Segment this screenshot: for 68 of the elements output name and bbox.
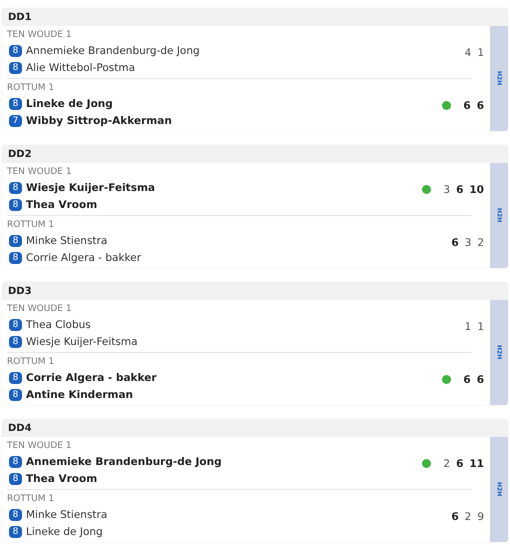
winner-dot (442, 101, 452, 110)
player-name: Wibby Sittrop-Akkerman (26, 114, 172, 126)
match-title: DD4 (8, 422, 32, 434)
winner-dot (422, 459, 432, 468)
set-score: 10 (469, 184, 484, 196)
rating-badge: 8 (9, 472, 22, 484)
match-title: DD3 (8, 286, 32, 296)
rating-badge: 8 (9, 198, 22, 210)
team-name: ROTTUM 1 (7, 82, 54, 95)
set-score: 11 (469, 458, 484, 470)
rating-badge: 8 (9, 526, 22, 538)
player-name: Corrie Algera - bakker (26, 372, 157, 384)
set-score: 6 (456, 184, 464, 196)
set-score: 3 (464, 236, 472, 248)
team-name: TEN WOUDE 1 (7, 166, 72, 179)
set-score: 2 (464, 510, 472, 522)
player-name: Thea Clobus (26, 318, 91, 330)
player-name: Wiesje Kuijer-Feitsma (26, 336, 138, 348)
player-name: Antine Kinderman (26, 388, 133, 400)
rating-badge: 8 (9, 252, 22, 264)
rating-badge: 8 (9, 372, 22, 384)
rating-badge: 7 (9, 114, 22, 126)
match-title: DD2 (8, 148, 32, 160)
rating-badge: 8 (9, 456, 22, 468)
player-name: Thea Vroom (26, 198, 98, 210)
set-score: 6 (463, 100, 471, 112)
player-name: Thea Vroom (26, 472, 98, 484)
set-score: 6 (476, 374, 484, 386)
set-score: 6 (456, 458, 464, 470)
rating-badge: 8 (9, 182, 22, 194)
player-name: Annemieke Brandenburg-de Jong (26, 456, 222, 468)
rating-badge: 8 (9, 336, 22, 348)
rating-badge: 8 (9, 508, 22, 520)
rating-badge: 8 (9, 62, 22, 74)
player-name: Wiesje Kuijer-Feitsma (26, 182, 155, 194)
player-name: Corrie Algera - bakker (26, 252, 142, 264)
player-name: Minke Stienstra (26, 508, 108, 520)
rating-badge: 8 (9, 234, 22, 246)
set-score: 6 (476, 100, 484, 112)
rating-badge: 8 (9, 318, 22, 330)
player-name: Alie Wittebol-Postma (26, 62, 136, 74)
set-score: 1 (477, 46, 484, 58)
set-score: 6 (451, 510, 459, 522)
player-name: Annemieke Brandenburg-de Jong (26, 44, 200, 56)
set-score: 3 (443, 184, 450, 196)
player-name: Lineke de Jong (26, 526, 103, 538)
set-score: 6 (451, 236, 459, 248)
rating-badge: 8 (9, 44, 22, 56)
set-score: 9 (477, 510, 484, 522)
team-name: TEN WOUDE 1 (7, 440, 72, 453)
set-score: 1 (464, 320, 472, 332)
team-name: TEN WOUDE 1 (7, 29, 72, 42)
team-name: ROTTUM 1 (7, 219, 54, 232)
set-score: 2 (443, 458, 450, 470)
team-name: ROTTUM 1 (7, 493, 54, 506)
set-score: 2 (477, 236, 484, 248)
set-score: 1 (477, 320, 484, 332)
rating-badge: 8 (9, 388, 22, 400)
rating-badge: 8 (9, 98, 22, 110)
team-name: TEN WOUDE 1 (7, 303, 72, 316)
team-name: ROTTUM 1 (7, 356, 54, 369)
match-title: DD1 (8, 12, 32, 22)
winner-dot (442, 375, 452, 384)
player-name: Lineke de Jong (26, 98, 113, 110)
winner-dot (422, 185, 432, 194)
player-name: Minke Stienstra (26, 234, 108, 246)
set-score: 4 (464, 46, 472, 58)
set-score: 6 (463, 374, 471, 386)
